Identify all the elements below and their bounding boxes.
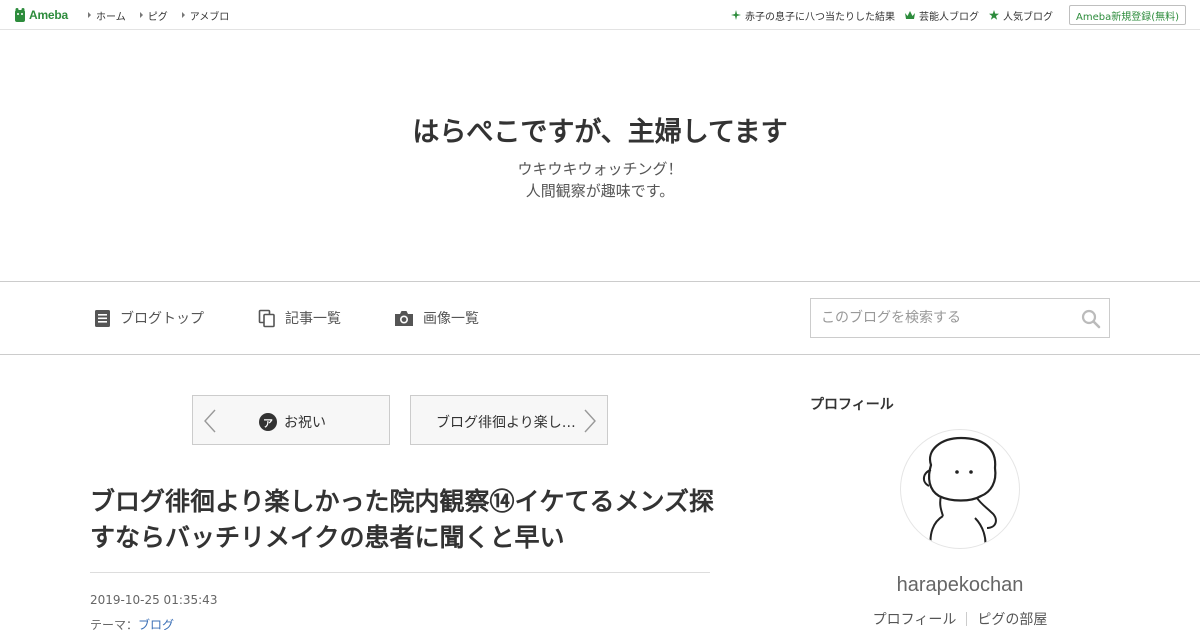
blog-description-line: ウキウキウォッチング！ <box>517 160 683 178</box>
prev-article-label: ア お祝い <box>259 412 326 432</box>
caret-right-icon <box>181 12 185 18</box>
global-nav-label: ホーム <box>96 11 126 23</box>
search-input[interactable] <box>811 299 1061 337</box>
profile-username[interactable]: harapekochan <box>810 574 1110 597</box>
nav-article-list[interactable]: 記事一覧 <box>258 308 341 328</box>
caret-right-icon <box>88 12 91 18</box>
avatar-drawing <box>923 436 997 548</box>
copy-icon <box>258 309 275 327</box>
signup-button[interactable]: Ameba新規登録(無料) <box>1068 5 1186 25</box>
popular-blog-label: 人気ブログ <box>1002 11 1053 23</box>
blog-search <box>810 298 1110 338</box>
global-nav-ameblo[interactable]: アメブロ <box>181 8 230 23</box>
global-nav-pigg[interactable]: ピグ <box>139 8 168 23</box>
celebrity-blog-label: 芸能人ブログ <box>918 11 979 23</box>
pigg-room-link[interactable]: ピグの部屋 <box>967 609 1057 629</box>
blog-description-line: 人間観察が趣味です。 <box>525 182 675 200</box>
document-icon <box>95 309 110 327</box>
article-theme: テーマ：ブログ <box>90 616 174 630</box>
global-header: Ameba ホーム ピグ アメブロ 赤子の息子に八つ当たりした結果 芸能人ブログ… <box>0 0 1200 30</box>
global-nav-label: ピグ <box>147 11 168 23</box>
profile-links: プロフィール ピグの部屋 <box>810 609 1110 629</box>
ameba-mark-icon <box>15 8 25 22</box>
caret-right-icon <box>139 12 143 18</box>
prev-article-button[interactable]: ア お祝い <box>192 395 390 445</box>
chevron-right-icon <box>584 409 596 433</box>
star-icon <box>988 10 999 20</box>
search-icon[interactable] <box>1081 309 1101 329</box>
trending-link[interactable]: 赤子の息子に八つ当たりした結果 <box>730 8 895 23</box>
article-date: 2019-10-25 01:35:43 <box>90 593 218 607</box>
profile-link[interactable]: プロフィール <box>863 609 967 629</box>
celebrity-blog-link[interactable]: 芸能人ブログ <box>904 8 979 23</box>
crown-icon <box>904 11 915 19</box>
chevron-left-icon <box>204 409 216 433</box>
profile-heading: プロフィール <box>810 397 894 413</box>
next-article-label: ブログ徘徊より楽し… <box>436 415 576 431</box>
global-right-links: 赤子の息子に八つ当たりした結果 芸能人ブログ 人気ブログ Ameba新規登録(無… <box>721 0 1186 30</box>
ameba-badge-icon: ア <box>259 413 277 431</box>
camera-icon <box>395 310 413 326</box>
global-nav: ホーム ピグ アメブロ <box>88 0 243 30</box>
ameba-logo[interactable]: Ameba <box>14 6 68 24</box>
nav-label: 記事一覧 <box>285 311 341 327</box>
avatar[interactable] <box>900 429 1020 549</box>
theme-label: テーマ： <box>90 618 139 630</box>
nav-label: 画像一覧 <box>423 311 479 327</box>
global-nav-label: アメブロ <box>189 11 230 23</box>
article-title[interactable]: ブログ徘徊より楽しかった院内観察⑭イケてるメンズ探すならバッチリメイクの患者に聞… <box>90 484 715 556</box>
blog-title[interactable]: はらぺこですが、主婦してます <box>0 110 1200 149</box>
divider <box>90 572 710 573</box>
blog-description: ウキウキウォッチング！ 人間観察が趣味です。 <box>0 158 1200 202</box>
nav-label: ブログトップ <box>120 311 204 327</box>
prev-article-text: お祝い <box>284 415 326 431</box>
popular-blog-link[interactable]: 人気ブログ <box>988 8 1053 23</box>
next-article-button[interactable]: ブログ徘徊より楽し… <box>410 395 608 445</box>
blog-nav: ブログトップ 記事一覧 画像一覧 <box>0 281 1200 355</box>
trending-link-label: 赤子の息子に八つ当たりした結果 <box>744 11 895 23</box>
nav-image-list[interactable]: 画像一覧 <box>394 308 479 328</box>
sparkle-icon <box>730 10 741 20</box>
logo-text: Ameba <box>29 8 69 22</box>
global-nav-home[interactable]: ホーム <box>88 8 126 23</box>
blog-header: はらぺこですが、主婦してます ウキウキウォッチング！ 人間観察が趣味です。 <box>0 30 1200 281</box>
theme-link[interactable]: ブログ <box>138 618 174 630</box>
nav-blog-top[interactable]: ブログトップ <box>94 308 204 328</box>
